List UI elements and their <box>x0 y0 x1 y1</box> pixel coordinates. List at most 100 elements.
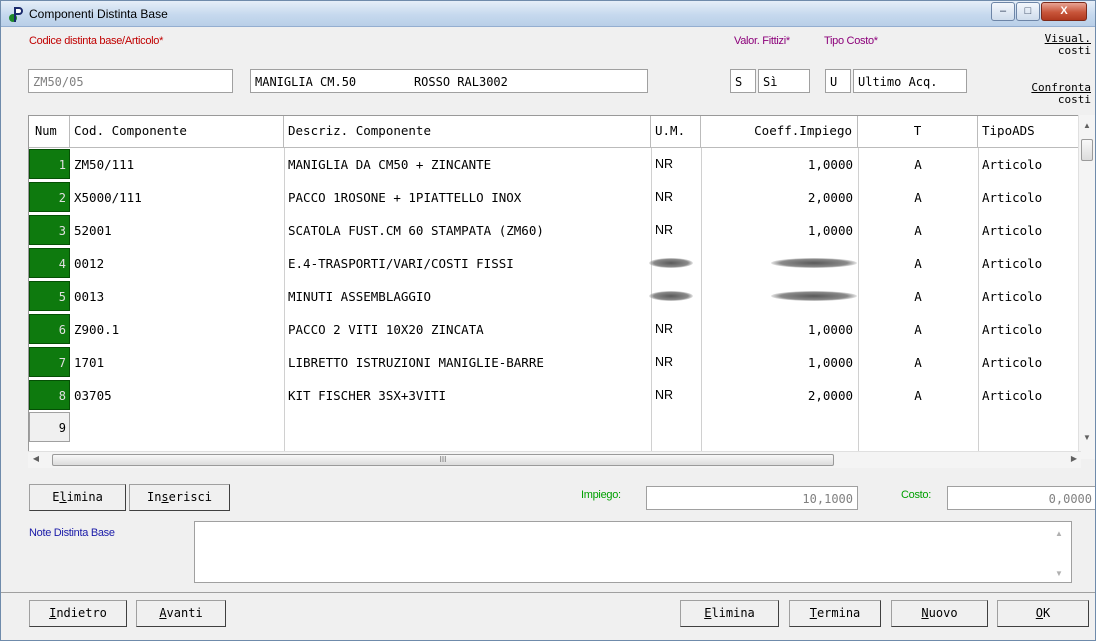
scroll-down-icon[interactable]: ▼ <box>1079 433 1095 442</box>
cell-t[interactable]: A <box>858 314 978 345</box>
cell-tipo[interactable]: Articolo <box>982 347 1080 378</box>
components-grid[interactable]: Num Cod. Componente Descriz. Componente … <box>28 115 1081 459</box>
col-header-um[interactable]: U.M. <box>651 116 701 148</box>
cell-cod[interactable]: ZM50/111 <box>74 149 282 180</box>
cell-desc[interactable]: KIT FISCHER 3SX+3VITI <box>288 380 648 411</box>
vertical-scroll-thumb[interactable] <box>1081 139 1093 161</box>
nuovo-accel: N <box>921 606 929 620</box>
cell-tipo[interactable]: Articolo <box>982 182 1080 213</box>
note-textarea[interactable] <box>194 521 1072 583</box>
cell-t[interactable]: A <box>858 215 978 246</box>
cell-t[interactable]: A <box>858 281 978 312</box>
cell-um[interactable]: NR <box>655 182 699 213</box>
row-number-empty[interactable]: 9 <box>29 412 70 442</box>
codice-field[interactable]: ZM50/05 <box>28 69 233 93</box>
visual-costi-button[interactable]: Visual. costi <box>991 33 1091 57</box>
note-scroll-up-icon[interactable]: ▲ <box>1053 529 1065 538</box>
cell-cod[interactable]: Z900.1 <box>74 314 282 345</box>
cell-tipo[interactable]: Articolo <box>982 149 1080 180</box>
elimina-button[interactable]: Elimina <box>680 600 779 627</box>
col-header-desc[interactable]: Descriz. Componente <box>284 116 651 148</box>
cell-desc[interactable]: MINUTI ASSEMBLAGGIO <box>288 281 648 312</box>
row-number[interactable]: 1 <box>29 149 70 179</box>
cell-tipo[interactable]: Articolo <box>982 215 1080 246</box>
cell-cod[interactable]: X5000/111 <box>74 182 282 213</box>
cell-tipo[interactable]: Articolo <box>982 281 1080 312</box>
col-header-coeff[interactable]: Coeff.Impiego <box>701 116 858 148</box>
cell-coeff[interactable]: 1,0000 <box>701 215 853 246</box>
cell-coeff[interactable]: 2,0000 <box>701 182 853 213</box>
ok-button[interactable]: OK <box>997 600 1089 627</box>
tipo-costo-value-field[interactable]: Ultimo Acq. <box>853 69 967 93</box>
cell-desc[interactable]: SCATOLA FUST.CM 60 STAMPATA (ZM60) <box>288 215 648 246</box>
inserisci-button[interactable]: Inserisci <box>129 484 230 511</box>
ok-accel: O <box>1035 606 1043 620</box>
horizontal-scrollbar[interactable]: ◀ III ▶ <box>28 451 1081 468</box>
row-number[interactable]: 7 <box>29 347 70 377</box>
confronta-costi-button[interactable]: Confronta costi <box>991 82 1091 106</box>
note-scroll-down-icon[interactable]: ▼ <box>1053 569 1065 578</box>
cell-cod[interactable]: 03705 <box>74 380 282 411</box>
cell-tipo[interactable]: Articolo <box>982 380 1080 411</box>
cell-cod[interactable]: 0013 <box>74 281 282 312</box>
minimize-button[interactable]: – <box>991 2 1015 21</box>
cell-desc[interactable]: E.4-TRASPORTI/VARI/COSTI FISSI <box>288 248 648 279</box>
elimina-riga-button[interactable]: Elimina <box>29 484 126 511</box>
maximize-button[interactable]: □ <box>1016 2 1040 21</box>
costo-label: Costo: <box>901 489 931 501</box>
cell-cod[interactable]: 52001 <box>74 215 282 246</box>
cell-coeff[interactable]: 1,0000 <box>701 347 853 378</box>
cell-um[interactable]: NR <box>655 149 699 180</box>
row-number[interactable]: 2 <box>29 182 70 212</box>
nuovo-button[interactable]: Nuovo <box>891 600 988 627</box>
avanti-post: vanti <box>166 606 203 620</box>
cell-t[interactable]: A <box>858 182 978 213</box>
row-number[interactable]: 3 <box>29 215 70 245</box>
tipo-costo-code-field[interactable]: U <box>825 69 851 93</box>
row-number[interactable]: 4 <box>29 248 70 278</box>
col-header-tipoads[interactable]: TipoADS <box>978 116 1080 148</box>
vertical-scrollbar[interactable]: ▲ ▼ <box>1078 115 1095 459</box>
costo-field[interactable]: 0,0000 <box>947 486 1095 510</box>
cell-um[interactable]: NR <box>655 347 699 378</box>
scroll-left-icon[interactable]: ◀ <box>30 454 42 463</box>
col-header-cod[interactable]: Cod. Componente <box>70 116 284 148</box>
scroll-up-icon[interactable]: ▲ <box>1079 121 1095 130</box>
close-button[interactable]: X <box>1041 2 1087 21</box>
col-divider <box>284 148 285 458</box>
scroll-right-icon[interactable]: ▶ <box>1068 454 1080 463</box>
cell-um[interactable]: NR <box>655 314 699 345</box>
cell-tipo[interactable]: Articolo <box>982 314 1080 345</box>
cell-tipo[interactable]: Articolo <box>982 248 1080 279</box>
cell-t[interactable]: A <box>858 347 978 378</box>
cell-cod[interactable]: 1701 <box>74 347 282 378</box>
cell-desc[interactable]: PACCO 2 VITI 10X20 ZINCATA <box>288 314 648 345</box>
cell-um[interactable]: NR <box>655 215 699 246</box>
indietro-button[interactable]: Indietro <box>29 600 127 627</box>
cell-coeff[interactable]: 1,0000 <box>701 314 853 345</box>
tipo-costo-label: Tipo Costo* <box>824 35 878 47</box>
row-number[interactable]: 6 <box>29 314 70 344</box>
row-number[interactable]: 5 <box>29 281 70 311</box>
cell-coeff[interactable]: 1,0000 <box>701 149 853 180</box>
cell-coeff[interactable]: 2,0000 <box>701 380 853 411</box>
cell-t[interactable]: A <box>858 149 978 180</box>
cell-cod[interactable]: 0012 <box>74 248 282 279</box>
col-header-t[interactable]: T <box>858 116 978 148</box>
cell-desc[interactable]: PACCO 1ROSONE + 1PIATTELLO INOX <box>288 182 648 213</box>
row-number[interactable]: 8 <box>29 380 70 410</box>
visual-costi-line2: costi <box>1057 44 1091 57</box>
cell-um[interactable]: NR <box>655 380 699 411</box>
impiego-field[interactable]: 10,1000 <box>646 486 858 510</box>
valor-fittizi-code-field[interactable]: S <box>730 69 756 93</box>
descrizione-field[interactable]: MANIGLIA CM.50 ROSSO RAL3002 <box>250 69 648 93</box>
avanti-button[interactable]: Avanti <box>136 600 226 627</box>
cell-desc[interactable]: MANIGLIA DA CM50 + ZINCANTE <box>288 149 648 180</box>
cell-t[interactable]: A <box>858 248 978 279</box>
col-header-num[interactable]: Num <box>29 116 70 148</box>
horizontal-scroll-thumb[interactable]: III <box>52 454 834 466</box>
termina-button[interactable]: Termina <box>789 600 881 627</box>
valor-fittizi-value-field[interactable]: Sì <box>758 69 810 93</box>
cell-desc[interactable]: LIBRETTO ISTRUZIONI MANIGLIE-BARRE <box>288 347 648 378</box>
cell-t[interactable]: A <box>858 380 978 411</box>
